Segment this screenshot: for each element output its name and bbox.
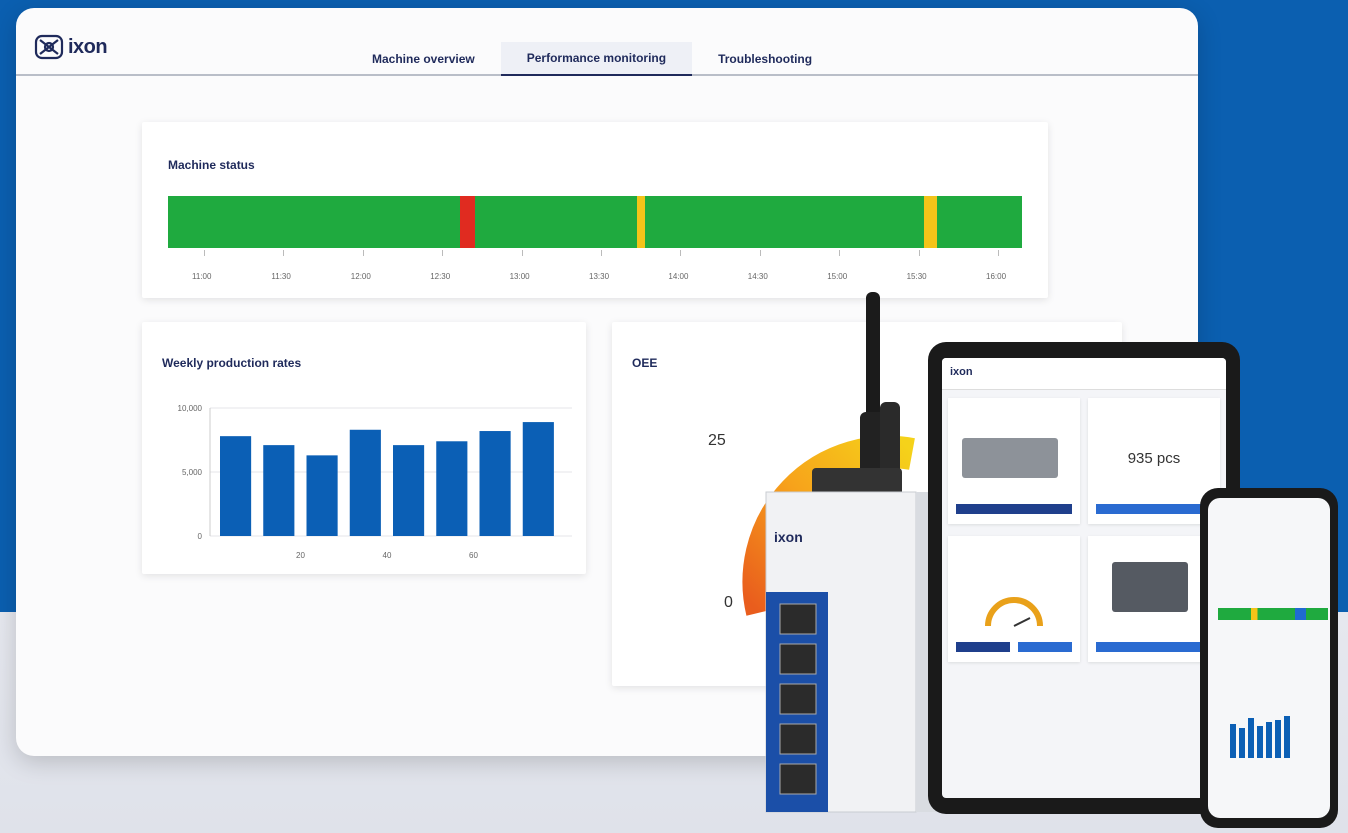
bar xyxy=(522,422,554,536)
bar xyxy=(436,441,468,536)
status-segment-warning xyxy=(923,196,938,248)
tab-machine-overview[interactable]: Machine overview xyxy=(346,42,501,76)
time-tick-line xyxy=(283,250,285,256)
svg-text:ixon: ixon xyxy=(774,529,803,545)
status-segment-running xyxy=(645,196,924,248)
time-tick-line xyxy=(839,250,841,256)
tab-bar: Machine overview Performance monitoring … xyxy=(346,42,838,76)
bar xyxy=(220,436,252,536)
time-tick-line xyxy=(362,250,364,256)
router-illustration: ixon xyxy=(765,292,936,813)
time-tick-label: 12:00 xyxy=(350,272,371,281)
machine-status-bar xyxy=(168,196,1022,248)
time-tick-label: 14:00 xyxy=(668,272,689,281)
tablet-device: ixon 935 pcs xyxy=(928,342,1240,814)
time-tick-line xyxy=(998,250,999,256)
ixon-logo-icon xyxy=(34,34,64,60)
tablet-header: ixon xyxy=(942,358,1226,390)
y-tick-label: 0 xyxy=(198,532,203,541)
tablet-widget-machine xyxy=(948,398,1080,524)
bar xyxy=(349,429,381,536)
status-segment-running xyxy=(475,196,637,248)
top-bar: ixon Machine overview Performance monito… xyxy=(16,8,1198,76)
ixon-logo: ixon xyxy=(34,34,108,60)
bar xyxy=(306,455,338,536)
machine-status-card: Machine status 11:00 11:30 12:00 12:30 13:00… xyxy=(142,122,1048,298)
time-tick-label: 11:30 xyxy=(271,272,291,281)
bar xyxy=(393,445,425,536)
status-segment-stopped xyxy=(460,196,476,248)
x-tick-label: 60 xyxy=(469,551,478,560)
status-segment-running xyxy=(168,196,461,248)
weekly-production-chart: 10,000 5,000 0 20 40 60 xyxy=(178,404,572,560)
x-tick-label: 20 xyxy=(296,551,305,560)
ixon-router-device: ixon xyxy=(760,292,940,822)
tablet-screen: ixon 935 pcs xyxy=(942,358,1226,798)
phone-device xyxy=(1200,488,1338,828)
status-segment-warning xyxy=(636,196,646,248)
status-segment-running xyxy=(937,196,1022,248)
time-tick-label: 12:30 xyxy=(430,272,451,281)
time-tick-line xyxy=(442,250,444,256)
bar xyxy=(479,431,511,536)
tab-troubleshooting[interactable]: Troubleshooting xyxy=(692,42,838,76)
time-tick-line xyxy=(204,250,205,256)
tab-performance-monitoring[interactable]: Performance monitoring xyxy=(500,42,693,76)
time-tick-line xyxy=(759,250,761,256)
x-tick-label: 40 xyxy=(383,551,392,560)
time-tick-label: 15:00 xyxy=(827,272,848,281)
tablet-widget-gauge xyxy=(948,536,1080,662)
time-tick-line xyxy=(601,250,602,256)
machine-status-title: Machine status xyxy=(168,158,255,172)
y-tick-label: 5,000 xyxy=(182,468,203,477)
time-tick-line xyxy=(918,250,920,256)
logo-text: ixon xyxy=(68,35,108,58)
y-tick-label: 10,000 xyxy=(178,404,203,413)
time-tick-label: 13:00 xyxy=(509,272,530,281)
time-tick-label: 14:30 xyxy=(747,272,768,281)
time-tick-label: 16:00 xyxy=(986,272,1007,281)
tablet-counter-value: 935 pcs xyxy=(1127,450,1181,467)
time-tick-label: 13:30 xyxy=(589,272,610,281)
time-tick-label: 11:00 xyxy=(192,272,212,281)
time-tick-line xyxy=(521,250,523,256)
bar xyxy=(263,445,295,536)
time-tick-line xyxy=(680,250,682,256)
time-tick-label: 15:30 xyxy=(906,272,927,281)
tablet-logo: ixon xyxy=(950,366,973,378)
phone-screen xyxy=(1208,498,1330,818)
weekly-production-card: Weekly production rates 10,000 5,000 0 20 40… xyxy=(142,322,586,574)
